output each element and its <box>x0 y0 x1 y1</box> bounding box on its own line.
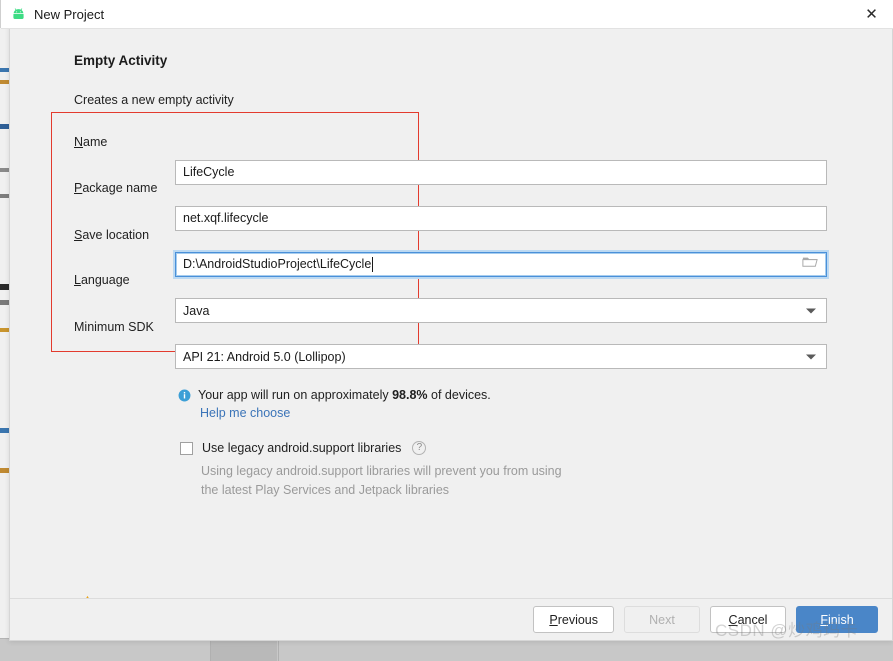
device-coverage-text: Your app will run on approximately 98.8%… <box>198 388 491 402</box>
android-robot-icon <box>10 6 27 23</box>
chevron-down-icon <box>806 354 816 359</box>
info-icon <box>178 389 191 405</box>
background-window-left-strip <box>0 28 9 638</box>
cancel-button[interactable]: Cancel <box>710 606 786 633</box>
name-input[interactable]: LifeCycle <box>175 160 827 185</box>
label-minimum-sdk: Minimum SDK <box>74 320 154 334</box>
previous-button[interactable]: Previous <box>533 606 614 633</box>
label-save-location: Save location <box>74 228 150 242</box>
package-name-input[interactable]: net.xqf.lifecycle <box>175 206 827 231</box>
dialog-titlebar: New Project ✕ <box>1 0 893 29</box>
folder-icon[interactable] <box>802 253 818 276</box>
minimum-sdk-combobox[interactable]: API 21: Android 5.0 (Lollipop) <box>175 344 827 369</box>
background-status-segment <box>211 639 277 661</box>
help-me-choose-link[interactable]: Help me choose <box>200 406 290 420</box>
device-coverage-info: Your app will run on approximately 98.8%… <box>178 388 491 405</box>
label-name: Name <box>74 135 108 149</box>
page-title: Empty Activity <box>74 53 168 68</box>
next-button[interactable]: Next <box>624 606 700 633</box>
save-location-input[interactable]: D:\AndroidStudioProject\LifeCycle <box>175 252 827 277</box>
new-project-dialog: New Project ✕ Empty Activity Creates a n… <box>1 0 893 641</box>
legacy-libraries-checkbox[interactable] <box>180 441 193 455</box>
label-package-name: Package name <box>74 181 158 195</box>
question-mark-icon[interactable]: ? <box>412 441 427 455</box>
chevron-down-icon <box>806 308 816 313</box>
close-icon[interactable]: ✕ <box>849 0 893 28</box>
dialog-footer: Previous Next Cancel Finish <box>10 598 892 640</box>
legacy-libraries-description: Using legacy android.support libraries w… <box>201 464 562 497</box>
legacy-libraries-row: Use legacy android.support libraries ? <box>180 441 427 455</box>
finish-button[interactable]: Finish <box>796 606 878 633</box>
language-combobox[interactable]: Java <box>175 298 827 323</box>
page-subtitle: Creates a new empty activity <box>74 93 234 107</box>
label-language: Language <box>74 273 130 287</box>
background-window-status-bar <box>0 638 893 661</box>
dialog-title: New Project <box>34 6 105 22</box>
background-status-divider-2 <box>278 639 280 661</box>
dialog-content: Empty Activity Creates a new empty activ… <box>10 29 892 611</box>
text-caret <box>372 257 374 272</box>
dialog-button-bar: Previous Next Cancel Finish <box>533 606 878 633</box>
legacy-libraries-label: Use legacy android.support libraries <box>202 441 402 455</box>
